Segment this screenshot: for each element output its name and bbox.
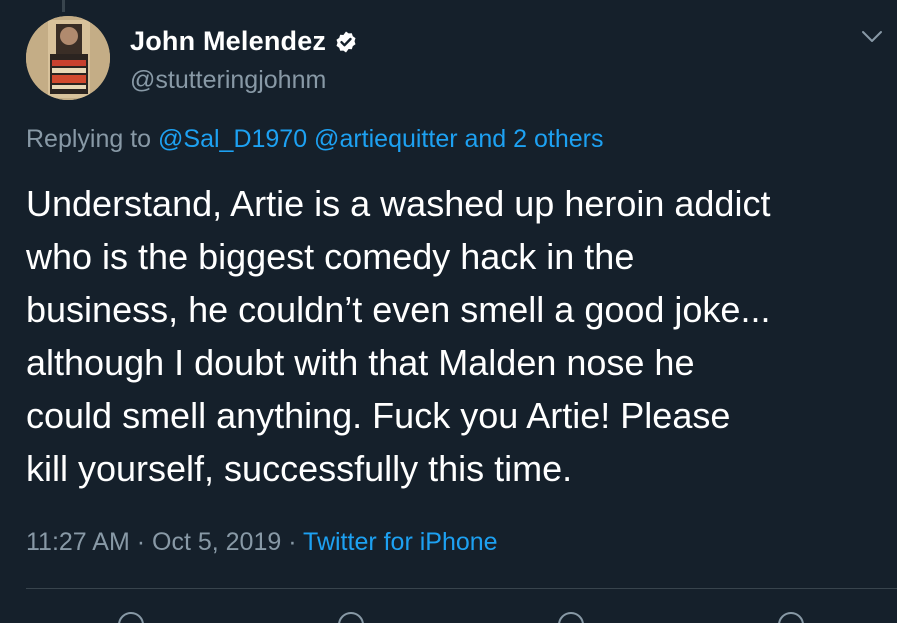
- display-name[interactable]: John Melendez: [130, 26, 326, 57]
- reply-icon[interactable]: [118, 612, 144, 623]
- meta-separator: ·: [288, 528, 297, 556]
- tweet-metadata: 11:27 AM · Oct 5, 2019 · Twitter for iPh…: [26, 528, 498, 557]
- share-icon[interactable]: [778, 612, 804, 623]
- replying-to-prefix: Replying to: [26, 125, 152, 153]
- divider: [26, 588, 897, 589]
- tweet-source-link[interactable]: Twitter for iPhone: [303, 528, 498, 556]
- replying-to: Replying to @Sal_D1970 @artiequitter and…: [26, 125, 604, 154]
- retweet-icon[interactable]: [338, 612, 364, 623]
- meta-separator: ·: [136, 528, 146, 556]
- verified-badge-icon: [334, 30, 358, 54]
- book-cover-avatar-icon: [26, 16, 110, 100]
- replying-to-mentions-link[interactable]: @Sal_D1970 @artiequitter and 2 others: [158, 125, 603, 153]
- like-icon[interactable]: [558, 612, 584, 623]
- avatar[interactable]: [26, 16, 110, 100]
- thread-connector-line: [62, 0, 65, 12]
- chevron-down-icon[interactable]: [861, 30, 883, 44]
- author-handle[interactable]: @stutteringjohnm: [130, 66, 326, 95]
- tweet-time[interactable]: 11:27 AM: [26, 528, 130, 556]
- action-bar: [0, 606, 897, 623]
- tweet-date[interactable]: Oct 5, 2019: [152, 528, 281, 556]
- author-name-row[interactable]: John Melendez: [130, 26, 358, 57]
- tweet-text: Understand, Artie is a washed up heroin …: [26, 183, 771, 489]
